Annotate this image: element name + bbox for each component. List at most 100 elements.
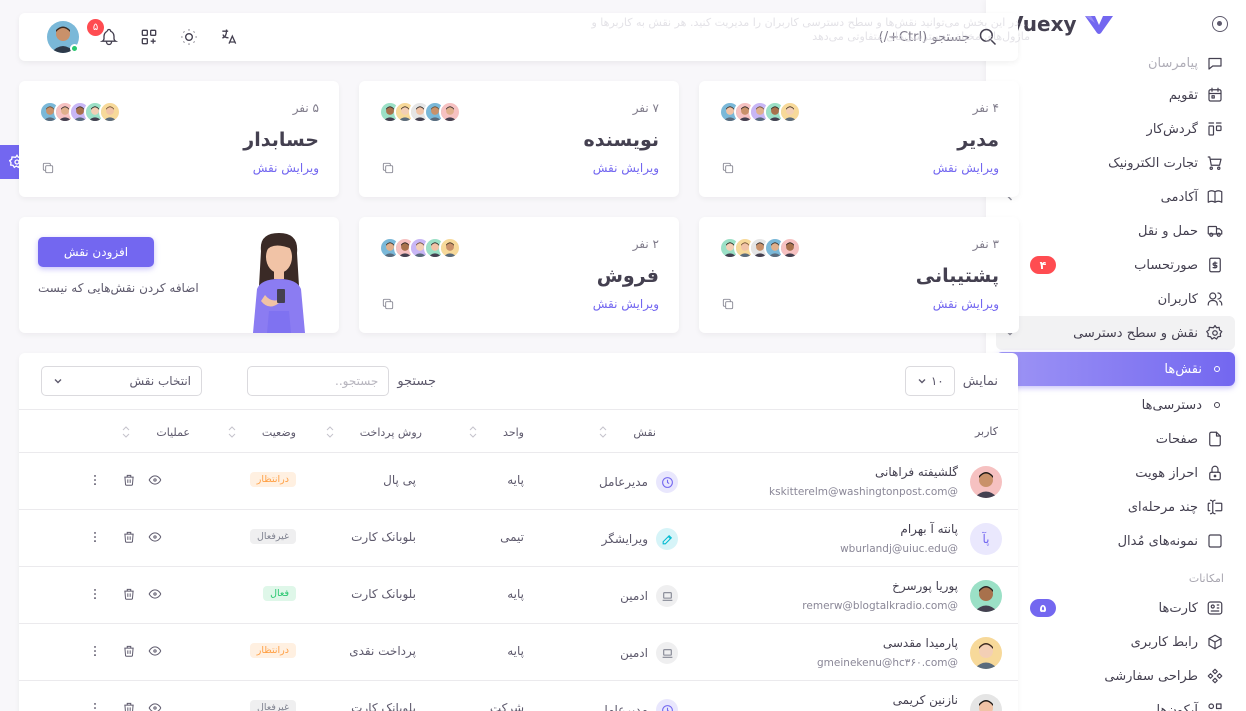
theme-toggle-button[interactable]	[179, 27, 199, 47]
user-email: @remerw@blogtalkradio.com	[802, 600, 958, 612]
sidebar-item-lock[interactable]: احراز هویت	[986, 456, 1246, 490]
edit-role-link[interactable]: ویرایش نقش	[593, 161, 659, 175]
trash-icon[interactable]	[122, 530, 136, 544]
sidebar-item-label: نمونه‌های مُدال	[1117, 533, 1198, 549]
users-table-card: نمایش ۱۰ جستجو جستجو.. انتخاب نقش کاربر …	[19, 353, 1018, 711]
copy-icon[interactable]	[381, 161, 395, 175]
th-role[interactable]: نقش	[599, 425, 656, 439]
sidebar-item-forms[interactable]: چند مرحله‌ای	[986, 490, 1246, 524]
copy-icon[interactable]	[381, 297, 395, 311]
trash-icon[interactable]	[122, 701, 136, 711]
user-avatar[interactable]	[47, 21, 79, 53]
sidebar-item-cart[interactable]: تجارت الکترونیک	[986, 146, 1246, 180]
sidebar-item-components[interactable]: طراحی سفارشی	[986, 659, 1246, 693]
sidebar-item-kanban[interactable]: گردش‌کار	[986, 112, 1246, 146]
eye-icon[interactable]	[148, 530, 162, 544]
box-icon	[1206, 633, 1224, 651]
id-card-icon	[1206, 599, 1224, 617]
user-unit: پایه	[507, 587, 524, 601]
sidebar-item-book[interactable]: آکادمی	[986, 180, 1246, 214]
sidebar-item-file[interactable]: صفحات	[986, 422, 1246, 456]
sidebar-item-label: تجارت الکترونیک	[1108, 155, 1198, 171]
sidebar-item-settings[interactable]: نقش و سطح دسترسی	[996, 316, 1235, 350]
sidebar-item-message[interactable]: پیامرسان	[986, 48, 1246, 78]
truck-icon	[1206, 222, 1224, 240]
th-unit-label: واحد	[503, 425, 524, 439]
sidebar-item-label: کاربران	[1157, 291, 1198, 307]
add-role-button[interactable]: افزودن نقش	[38, 237, 154, 267]
user-name[interactable]: پارمیدا مقدسی	[883, 636, 958, 650]
more-vertical-icon[interactable]	[88, 530, 102, 544]
show-label: نمایش	[962, 373, 998, 389]
bullet-dot	[1214, 402, 1220, 408]
sidebar-item-id-card[interactable]: کارت‌ها ۵	[986, 591, 1246, 625]
copy-icon[interactable]	[721, 297, 735, 311]
notifications-button[interactable]: ۵	[87, 19, 119, 47]
avatar[interactable]	[439, 237, 461, 259]
more-vertical-icon[interactable]	[88, 473, 102, 487]
th-actions[interactable]: عملیات	[122, 425, 190, 439]
file-icon	[1206, 430, 1224, 448]
lock-icon	[1206, 464, 1224, 482]
trash-icon[interactable]	[122, 644, 136, 658]
edit-icon	[656, 528, 678, 550]
th-status[interactable]: وضعیت	[228, 425, 296, 439]
table-row: پارمیدا مقدسی @gmeinekenu@hc۳۶۰.com ادمین پ…	[19, 624, 1018, 681]
shortcuts-button[interactable]	[139, 27, 159, 47]
user-name[interactable]: پوریا پورسرخ	[892, 579, 958, 593]
trash-icon[interactable]	[122, 587, 136, 601]
th-status-label: وضعیت	[261, 425, 296, 439]
sidebar-item-label: نقش و سطح دسترسی	[1073, 325, 1198, 341]
sort-icon	[599, 425, 607, 439]
sidebar-item-box[interactable]: رابط کاربری	[986, 625, 1246, 659]
avatar: پآ	[970, 523, 1002, 555]
sidebar-item-label: تقویم	[1168, 87, 1198, 103]
th-user[interactable]: کاربر	[975, 425, 998, 438]
section-title-features: امکانات	[1188, 572, 1224, 585]
sidebar-item-truck[interactable]: حمل و نقل	[986, 214, 1246, 248]
copy-icon[interactable]	[721, 161, 735, 175]
sidebar-item-square[interactable]: نمونه‌های مُدال	[986, 524, 1246, 558]
forms-icon	[1206, 498, 1224, 516]
edit-role-link[interactable]: ویرایش نقش	[933, 161, 999, 175]
sidebar-item-sub-10[interactable]: دسترسی‌ها	[986, 388, 1246, 422]
status-badge: غیرفعال	[250, 529, 296, 544]
copy-icon[interactable]	[41, 161, 55, 175]
edit-role-link[interactable]: ویرایش نقش	[253, 161, 319, 175]
role-label: ادمین	[620, 646, 648, 660]
edit-role-link[interactable]: ویرایش نقش	[593, 297, 659, 311]
avatar[interactable]	[439, 101, 461, 123]
avatar[interactable]	[779, 101, 801, 123]
more-vertical-icon[interactable]	[88, 644, 102, 658]
th-payment[interactable]: روش پرداخت	[326, 425, 422, 439]
page-size-select[interactable]: ۱۰	[904, 366, 955, 396]
eye-icon[interactable]	[148, 473, 162, 487]
invoice-icon	[1206, 256, 1224, 274]
eye-icon[interactable]	[148, 644, 162, 658]
role-filter-select[interactable]: انتخاب نقش	[41, 366, 202, 396]
more-vertical-icon[interactable]	[88, 587, 102, 601]
user-name[interactable]: نازنین کریمی	[893, 693, 958, 707]
role-user-count: ۲ نفر	[632, 237, 659, 251]
pie-chart-icon	[656, 471, 678, 493]
sidebar-item-label: دسترسی‌ها	[1141, 397, 1202, 413]
eye-icon[interactable]	[148, 701, 162, 711]
sidebar-toggle-icon[interactable]	[1212, 16, 1228, 32]
eye-icon[interactable]	[148, 587, 162, 601]
trash-icon[interactable]	[122, 473, 136, 487]
more-vertical-icon[interactable]	[88, 701, 102, 711]
sidebar-item-icons[interactable]: آیکون‌ها	[986, 693, 1246, 711]
sidebar-item-calendar[interactable]: تقویم	[986, 78, 1246, 112]
user-name[interactable]: پانته آ بهرام	[900, 522, 958, 536]
sidebar-item-users[interactable]: کاربران	[986, 282, 1246, 316]
table-search-input[interactable]: جستجو..	[247, 366, 390, 396]
avatar[interactable]	[99, 101, 121, 123]
avatar[interactable]	[779, 237, 801, 259]
sidebar-item-invoice[interactable]: صورتحساب ۴	[986, 248, 1246, 282]
th-unit[interactable]: واحد	[469, 425, 524, 439]
user-name[interactable]: گلشیفته فراهانی	[875, 465, 958, 479]
edit-role-link[interactable]: ویرایش نقش	[933, 297, 999, 311]
sidebar-item-sub-9[interactable]: نقش‌ها	[996, 352, 1235, 386]
sidebar-item-label: صفحات	[1155, 431, 1198, 447]
language-button[interactable]	[219, 27, 239, 47]
